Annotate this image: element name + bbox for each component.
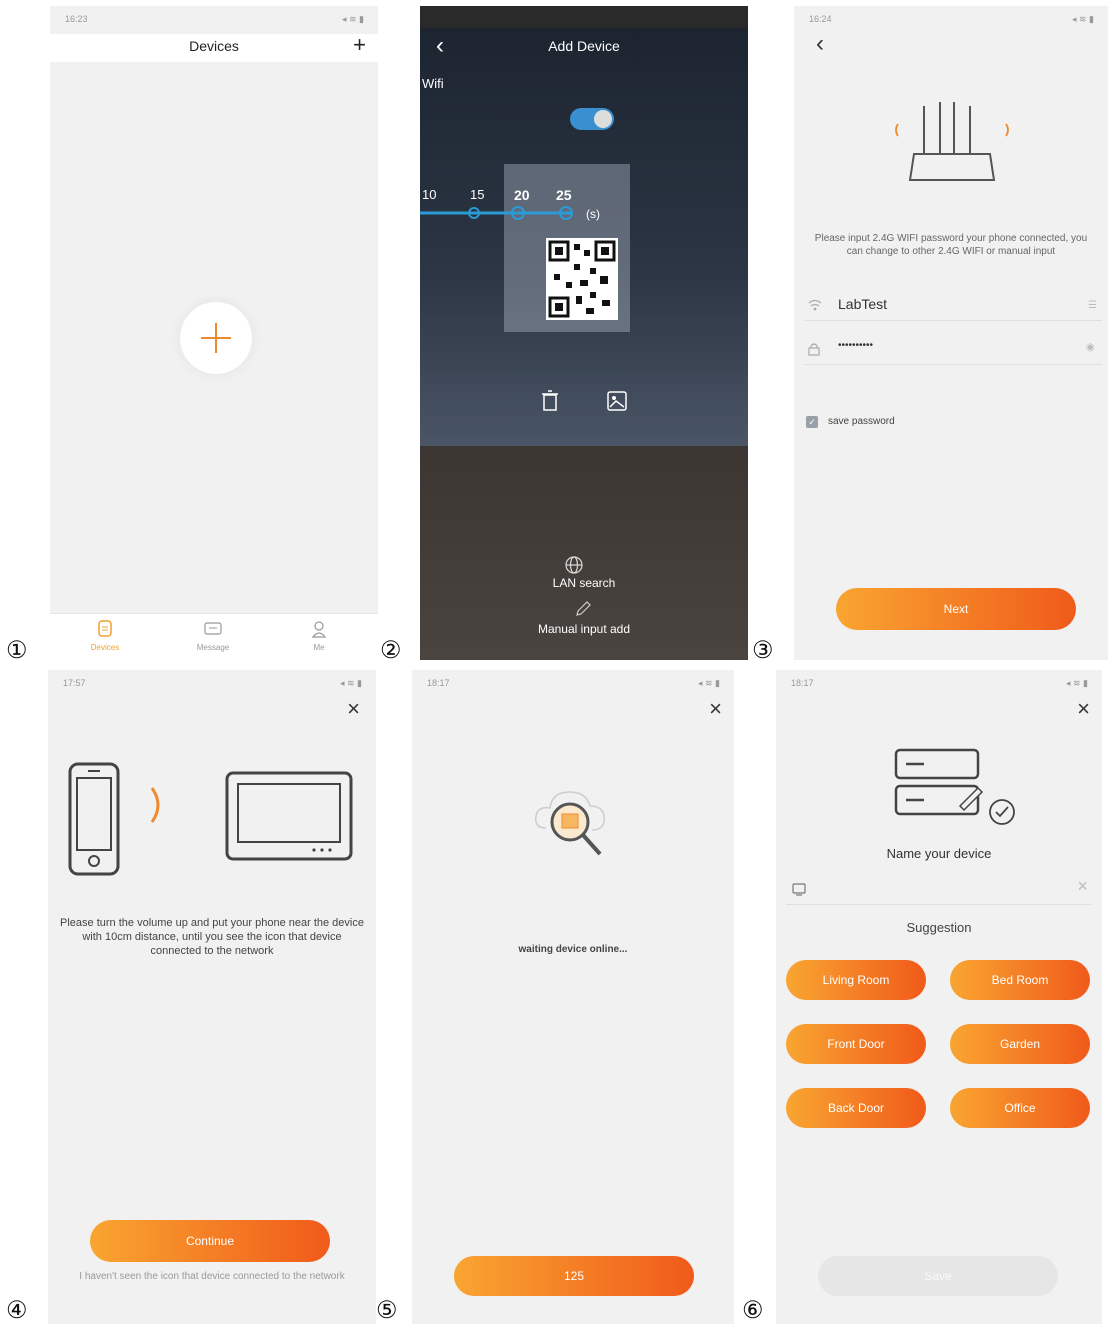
clear-input-icon[interactable]: × <box>1077 876 1088 897</box>
manual-input-button[interactable]: Manual input add <box>420 622 748 636</box>
pairing-description: Please turn the volume up and put your p… <box>60 917 364 957</box>
next-button[interactable]: Next <box>836 588 1076 630</box>
add-device-circle-button[interactable] <box>180 302 252 374</box>
status-time: 16:23 <box>65 14 88 24</box>
tab-message[interactable]: Message <box>178 620 248 652</box>
status-time: 18:17 <box>427 678 450 688</box>
screen-waiting: 18:17 ◂ ≋ ▮ × waiting device online... 1… <box>412 670 734 1324</box>
cloud-search-icon <box>534 791 605 856</box>
scale-unit: (s) <box>586 207 600 221</box>
add-device-button[interactable]: + <box>353 32 366 58</box>
page-title: Add Device <box>548 38 620 54</box>
divider <box>804 320 1102 321</box>
wifi-text: Wifi <box>422 76 444 91</box>
waiting-status: waiting device online... <box>518 944 628 955</box>
status-icons: ◂ ≋ ▮ <box>341 14 364 24</box>
status-time: 17:57 <box>63 678 86 688</box>
status-bar: 17:57 ◂ ≋ ▮ <box>48 678 376 694</box>
suggestion-living-room[interactable]: Living Room <box>786 960 926 1000</box>
status-icons: ◂ ≋ ▮ <box>1071 14 1094 24</box>
device-name-input[interactable] <box>812 878 1062 900</box>
device-rename-icon <box>894 748 1015 825</box>
wifi-list-icon[interactable]: ☰ <box>1088 300 1097 311</box>
lock-icon <box>808 343 820 356</box>
suggestion-back-door[interactable]: Back Door <box>786 1088 926 1128</box>
step-number-5: ⑤ <box>376 1296 398 1324</box>
step-number-1: ① <box>6 636 28 664</box>
screen-devices: 16:23 ◂ ≋ ▮ Devices + Devices Message Me <box>50 6 378 660</box>
close-button[interactable]: × <box>347 696 360 722</box>
toggle-switch[interactable] <box>570 108 614 130</box>
continue-button[interactable]: Continue <box>90 1220 330 1262</box>
globe-icon <box>565 556 583 574</box>
qr-code-icon <box>546 238 618 320</box>
tab-me-label: Me <box>313 643 325 652</box>
device-icon <box>792 883 806 896</box>
step-number-2: ② <box>380 636 402 664</box>
not-seen-icon-link[interactable]: I haven't seen the icon that device conn… <box>58 1270 366 1283</box>
screen-pairing-sound: 17:57 ◂ ≋ ▮ × Please turn the volume up … <box>48 670 376 1324</box>
suggestion-bed-room[interactable]: Bed Room <box>950 960 1090 1000</box>
bottom-tab-bar: Devices Message Me <box>50 613 378 660</box>
suggestion-office[interactable]: Office <box>950 1088 1090 1128</box>
status-bar: 16:23 ◂ ≋ ▮ <box>50 14 378 30</box>
phone-icon <box>68 762 120 876</box>
status-icons: ◂ ≋ ▮ <box>697 678 720 688</box>
tab-devices[interactable]: Devices <box>70 620 140 652</box>
divider <box>786 904 1092 905</box>
page-title: Devices <box>189 38 239 54</box>
back-button[interactable]: ‹ <box>816 30 824 58</box>
step-number-4: ④ <box>6 1296 28 1324</box>
save-button[interactable]: Save <box>818 1256 1058 1296</box>
message-icon <box>204 622 222 635</box>
wifi-name-field[interactable]: LabTest <box>838 296 887 312</box>
wifi-description: Please input 2.4G WIFI password your pho… <box>814 233 1088 257</box>
lan-search-button[interactable]: LAN search <box>420 576 748 590</box>
close-button[interactable]: × <box>1077 696 1090 722</box>
screen-name-device: 18:17 ◂ ≋ ▮ × Name your device × Suggest… <box>776 670 1102 1324</box>
divider <box>804 364 1102 365</box>
save-password-checkbox[interactable]: ✓ <box>806 416 818 428</box>
trash-icon[interactable] <box>540 390 560 412</box>
password-field[interactable]: •••••••••• <box>838 340 873 351</box>
wifi-icon <box>808 299 822 311</box>
devices-icon <box>98 620 112 637</box>
name-title: Name your device <box>886 846 992 861</box>
status-icons: ◂ ≋ ▮ <box>339 678 362 688</box>
tab-message-label: Message <box>196 643 230 652</box>
gallery-icon[interactable] <box>606 390 628 412</box>
suggestion-heading: Suggestion <box>906 920 972 935</box>
step-number-3: ③ <box>752 636 774 664</box>
header: Devices + <box>50 32 378 62</box>
tab-me[interactable]: Me <box>284 620 354 652</box>
status-bar: 18:17 ◂ ≋ ▮ <box>412 678 734 694</box>
person-icon <box>311 621 327 638</box>
eye-icon[interactable]: ◉ <box>1086 342 1095 353</box>
toggle-knob <box>594 110 612 128</box>
countdown-button: 125 <box>454 1256 694 1296</box>
screen-wifi-password: 16:24 ◂ ≋ ▮ ‹ Please input 2.4G WIFI pas… <box>794 6 1108 660</box>
pencil-icon <box>576 601 591 616</box>
monitor-icon <box>225 771 353 861</box>
step-number-6: ⑥ <box>742 1296 764 1324</box>
tab-devices-label: Devices <box>90 643 120 652</box>
status-time: 16:24 <box>809 14 832 24</box>
screen-scan: ‹ Add Device Wifi 10 15 20 25 (s) LAN se… <box>420 6 748 660</box>
save-password-label: save password <box>828 416 895 427</box>
sound-wave-icon <box>150 787 160 823</box>
plus-icon <box>201 323 231 353</box>
router-icon <box>895 102 1009 181</box>
status-bar: 18:17 ◂ ≋ ▮ <box>776 678 1102 694</box>
status-icons: ◂ ≋ ▮ <box>1065 678 1088 688</box>
status-time: 18:17 <box>791 678 814 688</box>
suggestion-front-door[interactable]: Front Door <box>786 1024 926 1064</box>
suggestion-garden[interactable]: Garden <box>950 1024 1090 1064</box>
status-bar <box>420 6 748 28</box>
status-bar: 16:24 ◂ ≋ ▮ <box>794 14 1108 30</box>
close-button[interactable]: × <box>709 696 722 722</box>
